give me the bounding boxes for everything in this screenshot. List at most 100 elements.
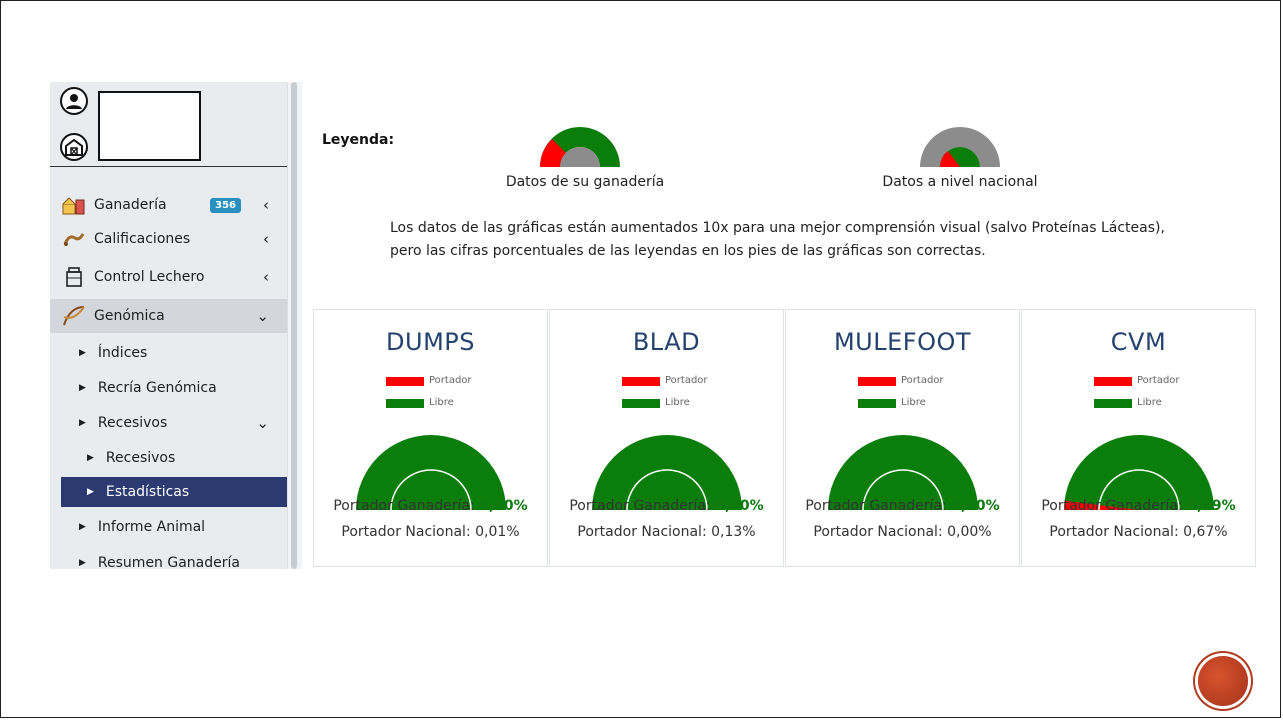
sidebar-item-label: Genómica — [94, 308, 165, 324]
legend-free-label: Libre — [429, 397, 454, 408]
scale-note-line1: Los datos de las gráficas están aumentad… — [390, 220, 1165, 236]
farm-carrier-label: Portador Ganadería: — [333, 498, 480, 514]
national-carrier-stat: Portador Nacional: 0,13% — [577, 524, 756, 540]
sidebar-item-control-lechero[interactable]: Control Lechero ‹ — [50, 260, 287, 294]
legend-carrier-swatch — [622, 377, 660, 386]
caret-right-icon: ▶ — [79, 522, 86, 532]
legend-carrier-swatch — [858, 377, 896, 386]
farm-carrier-value: 0,00% — [715, 498, 764, 514]
scale-note: Los datos de las gráficas están aumentad… — [390, 217, 1190, 263]
legend-carrier-label: Portador — [429, 375, 472, 386]
farm-carrier-stat: Portador Ganadería: 0,00% — [550, 498, 783, 514]
barn-icon[interactable] — [60, 133, 88, 161]
user-icon[interactable] — [60, 87, 88, 115]
legend-national-caption: Datos a nivel nacional — [882, 174, 1038, 190]
chevron-left-icon[interactable]: ‹ — [263, 268, 269, 286]
sidebar-item-ganaderia[interactable]: Ganadería 356 ‹ — [50, 188, 287, 222]
farm-carrier-value: 0,00% — [479, 498, 528, 514]
legend-carrier[interactable]: Portador — [786, 375, 1019, 387]
dna-icon — [62, 304, 86, 328]
sidebar-subitem-recesivos[interactable]: ▶ Recesivos ⌄ — [61, 408, 287, 438]
sidebar-item-calificaciones[interactable]: Calificaciones ‹ — [50, 222, 287, 256]
sidebar-subitem-label: Informe Animal — [97, 519, 206, 535]
stats-cards: DUMPS Portador Libre Portador Ganadería: 0,… — [313, 309, 1256, 567]
legend-free[interactable]: Libre — [786, 397, 1019, 409]
farm-carrier-value: 0,39% — [1187, 498, 1236, 514]
profile-divider — [50, 166, 287, 167]
caret-right-icon: ▶ — [79, 418, 86, 428]
farm-icon — [62, 193, 86, 217]
milk-can-icon — [62, 265, 86, 289]
sidebar-subitem-label: Recría Genómica — [97, 380, 217, 396]
cow-rating-icon — [62, 227, 86, 251]
farm-carrier-stat: Portador Ganadería: 0,00% — [786, 498, 1019, 514]
national-carrier-stat: Portador Nacional: 0,01% — [341, 524, 520, 540]
legend-title: Leyenda: — [322, 132, 395, 148]
legend-free-swatch — [622, 399, 660, 408]
sidebar-subitem-indices[interactable]: ▶ Índices — [61, 338, 287, 368]
chevron-down-icon[interactable]: ⌄ — [256, 414, 269, 432]
sidebar-item-label: Control Lechero — [94, 269, 205, 285]
sidebar-subitem-label: Índices — [97, 345, 148, 361]
scrollbar-thumb[interactable] — [291, 82, 297, 569]
sidebar-subitem-recria-genomica[interactable]: ▶ Recría Genómica — [61, 373, 287, 403]
legend-free[interactable]: Libre — [1022, 397, 1255, 409]
card-title: MULEFOOT — [833, 328, 972, 356]
chevron-left-icon[interactable]: ‹ — [263, 196, 269, 214]
farm-carrier-label: Portador Ganadería: — [805, 498, 952, 514]
legend-carrier-label: Portador — [665, 375, 708, 386]
card-title: CVM — [1110, 328, 1167, 356]
caret-right-icon: ▶ — [79, 348, 86, 358]
sidebar-subitem-resumen-ganaderia[interactable]: ▶ Resumen Ganadería — [61, 548, 287, 569]
recessive-card: BLAD Portador Libre Portador Ganadería: 0,0… — [549, 309, 784, 567]
sidebar-subitem-estadisticas[interactable]: ▶ Estadísticas — [61, 477, 287, 507]
legend-carrier-label: Portador — [1137, 375, 1180, 386]
legend-free-label: Libre — [665, 397, 690, 408]
legend-free[interactable]: Libre — [314, 397, 547, 409]
legend-free-label: Libre — [1137, 397, 1162, 408]
scale-note-line2: pero las cifras porcentuales de las leye… — [390, 243, 986, 259]
sidebar: Ganadería 356 ‹ Calificaciones ‹ Control… — [50, 82, 288, 569]
sidebar-subitem-label: Resumen Ganadería — [97, 555, 240, 569]
count-badge: 356 — [210, 197, 241, 213]
farm-carrier-label: Portador Ganadería: — [569, 498, 716, 514]
sidebar-item-label: Ganadería — [94, 197, 167, 213]
sidebar-subitem-recesivos-list[interactable]: ▶ Recesivos — [61, 443, 287, 473]
farm-carrier-value: 0,00% — [951, 498, 1000, 514]
farm-carrier-stat: Portador Ganadería: 0,39% — [1022, 498, 1255, 514]
legend-farm-gauge — [540, 127, 620, 167]
legend-farm-caption: Datos de su ganadería — [505, 174, 665, 190]
legend-carrier-swatch — [386, 377, 424, 386]
recessive-card: DUMPS Portador Libre Portador Ganadería: 0,… — [313, 309, 548, 567]
farm-carrier-label: Portador Ganadería: — [1041, 498, 1188, 514]
sidebar-item-genomica[interactable]: Genómica ⌄ — [50, 299, 287, 333]
legend-free-swatch — [858, 399, 896, 408]
legend-carrier-swatch — [1094, 377, 1132, 386]
sidebar-subitem-informe-animal[interactable]: ▶ Informe Animal — [61, 512, 287, 542]
farm-carrier-stat: Portador Ganadería: 0,00% — [314, 498, 547, 514]
caret-right-icon: ▶ — [87, 453, 94, 463]
sidebar-subitem-label: Recesivos — [105, 450, 176, 466]
recessive-card: CVM Portador Libre Portador Ganadería: 0,39… — [1021, 309, 1256, 567]
legend-free[interactable]: Libre — [550, 397, 783, 409]
recessive-card: MULEFOOT Portador Libre Portador Ganadería:… — [785, 309, 1020, 567]
legend-carrier[interactable]: Portador — [314, 375, 547, 387]
legend-carrier[interactable]: Portador — [550, 375, 783, 387]
chevron-left-icon[interactable]: ‹ — [263, 230, 269, 248]
card-title: BLAD — [632, 328, 701, 356]
farm-logo-box — [98, 91, 201, 161]
sidebar-subitem-label: Estadísticas — [105, 484, 190, 500]
national-carrier-stat: Portador Nacional: 0,67% — [1049, 524, 1228, 540]
slide-orb-decoration — [1198, 656, 1248, 706]
caret-right-icon: ▶ — [79, 558, 86, 568]
legend-national-gauge — [920, 127, 1000, 167]
legend-free-swatch — [1094, 399, 1132, 408]
caret-right-icon: ▶ — [87, 487, 94, 497]
sidebar-scrollbar[interactable] — [287, 82, 302, 569]
chevron-down-icon[interactable]: ⌄ — [256, 307, 269, 325]
legend-free-label: Libre — [901, 397, 926, 408]
card-title: DUMPS — [386, 328, 475, 356]
caret-right-icon: ▶ — [79, 383, 86, 393]
legend-carrier[interactable]: Portador — [1022, 375, 1255, 387]
legend-carrier-label: Portador — [901, 375, 944, 386]
